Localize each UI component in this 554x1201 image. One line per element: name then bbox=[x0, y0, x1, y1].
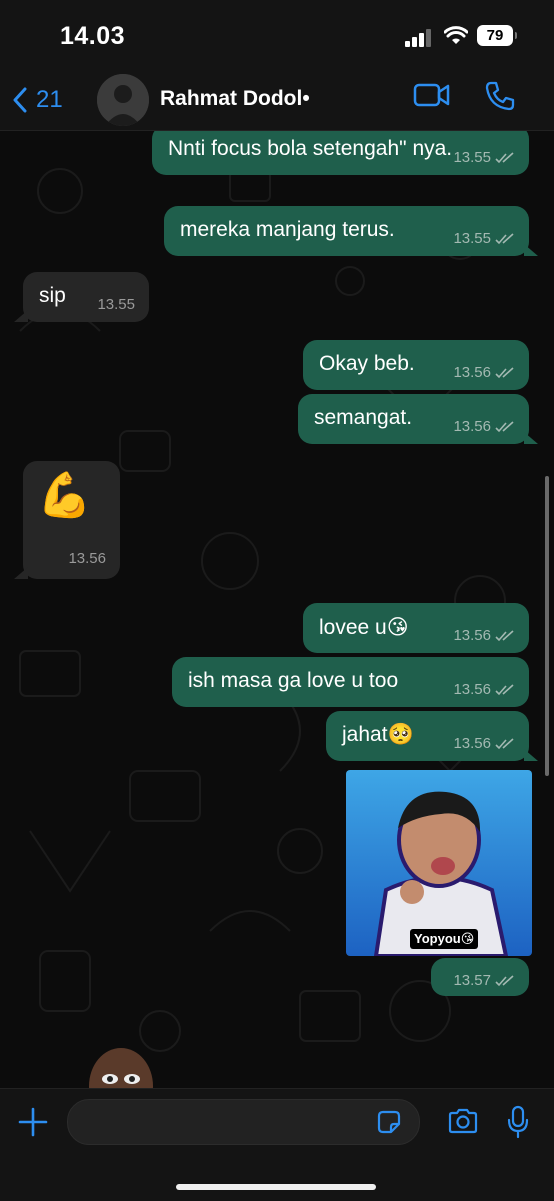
message-time: 13.56 bbox=[453, 627, 491, 644]
scrollbar[interactable] bbox=[545, 476, 549, 776]
wifi-icon bbox=[444, 26, 468, 44]
contact-name[interactable]: Rahmat Dodol• bbox=[160, 87, 310, 111]
chat-header: 21 Rahmat Dodol• bbox=[0, 72, 554, 131]
message-outgoing[interactable]: mereka manjang terus. 13.55 bbox=[164, 206, 538, 256]
home-indicator[interactable] bbox=[176, 1184, 376, 1190]
message-text: Nnti focus bola setengah" nya. bbox=[168, 137, 453, 160]
message-outgoing[interactable]: jahat🥺 13.56 bbox=[326, 711, 538, 761]
message-time: 13.56 bbox=[453, 681, 491, 698]
avatar[interactable] bbox=[97, 74, 149, 126]
double-check-icon bbox=[495, 366, 514, 378]
chevron-left-icon bbox=[13, 87, 27, 113]
double-check-icon bbox=[495, 232, 514, 244]
status-time: 14.03 bbox=[60, 22, 126, 50]
chat-area[interactable]: Nnti focus bola setengah" nya. 13.55 mer… bbox=[0, 131, 554, 1088]
message-outgoing[interactable]: Okay beb. 13.56 bbox=[303, 340, 529, 390]
message-time: 13.55 bbox=[453, 149, 491, 166]
mic-icon[interactable] bbox=[506, 1105, 530, 1139]
message-text: jahat🥺 bbox=[342, 723, 414, 746]
plus-icon[interactable] bbox=[18, 1107, 48, 1137]
message-incoming[interactable]: sip 13.55 bbox=[14, 272, 149, 322]
double-check-icon bbox=[495, 683, 514, 695]
camera-icon[interactable] bbox=[447, 1107, 479, 1135]
input-bar bbox=[0, 1088, 554, 1201]
message-time: 13.55 bbox=[453, 230, 491, 247]
flexed-biceps-emoji: 💪 bbox=[37, 471, 92, 520]
message-text: lovee u😘 bbox=[319, 616, 409, 639]
double-check-icon bbox=[495, 737, 514, 749]
phone-icon[interactable] bbox=[484, 80, 516, 112]
incoming-sticker-peek[interactable] bbox=[86, 1041, 156, 1088]
message-text: ish masa ga love u too bbox=[188, 669, 399, 692]
back-button[interactable]: 21 bbox=[12, 80, 63, 120]
message-time: 13.55 bbox=[97, 296, 135, 313]
double-check-icon bbox=[495, 151, 514, 163]
message-time: 13.56 bbox=[68, 550, 106, 567]
message-input[interactable] bbox=[67, 1099, 420, 1146]
message-text: mereka manjang terus. bbox=[180, 218, 395, 241]
message-time: 13.56 bbox=[453, 418, 491, 435]
video-call-icon[interactable] bbox=[413, 81, 451, 109]
battery-indicator: 79 bbox=[477, 25, 517, 46]
message-outgoing[interactable]: semangat. 13.56 bbox=[298, 394, 538, 444]
sticker-timestamp: 13.57 bbox=[431, 958, 529, 996]
message-time: 13.56 bbox=[453, 364, 491, 381]
message-text: Okay beb. bbox=[319, 352, 415, 375]
signal-icon bbox=[405, 29, 431, 47]
status-bar: 14.03 79 bbox=[0, 0, 554, 72]
back-count: 21 bbox=[36, 86, 63, 113]
double-check-icon bbox=[495, 629, 514, 641]
message-time: 13.56 bbox=[453, 735, 491, 752]
double-check-icon bbox=[495, 420, 514, 432]
message-outgoing[interactable]: Nnti focus bola setengah" nya. 13.55 bbox=[152, 131, 529, 175]
message-field[interactable] bbox=[82, 1100, 366, 1146]
message-outgoing[interactable]: ish masa ga love u too 13.56 bbox=[172, 657, 529, 707]
sticker-caption: Yopyou😘 bbox=[410, 929, 479, 949]
message-outgoing[interactable]: lovee u😘 13.56 bbox=[303, 603, 529, 653]
message-text: sip bbox=[39, 284, 66, 307]
double-check-icon bbox=[495, 974, 514, 986]
sticker-icon[interactable] bbox=[376, 1109, 402, 1135]
message-text: semangat. bbox=[314, 406, 413, 429]
avatar-image bbox=[97, 74, 149, 126]
message-incoming-emoji[interactable]: 💪 13.56 bbox=[14, 461, 120, 579]
message-time: 13.57 bbox=[453, 972, 491, 989]
